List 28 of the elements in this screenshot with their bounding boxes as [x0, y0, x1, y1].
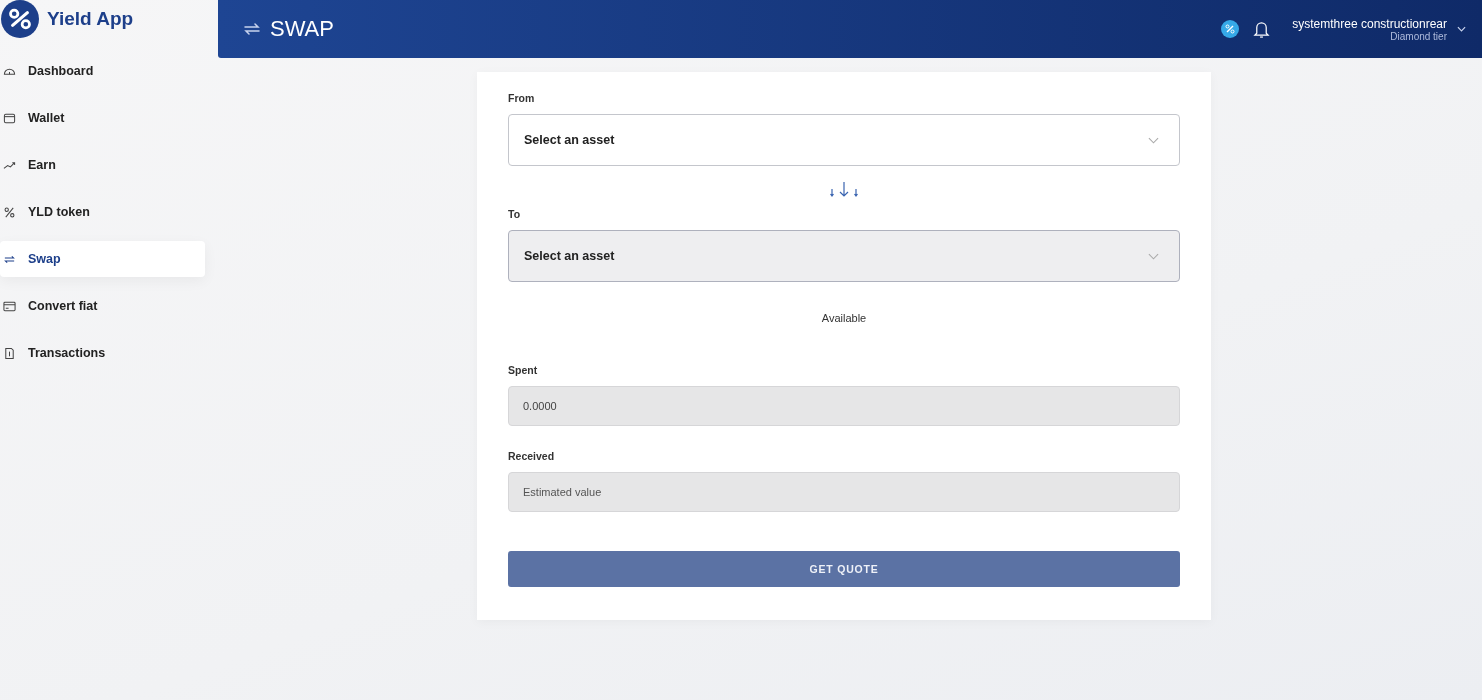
field-label: From: [508, 92, 536, 104]
available-text: Available: [821, 312, 867, 324]
sidebar-item[interactable]: Earn: [0, 147, 205, 183]
down-arrows-icon[interactable]: [828, 180, 860, 198]
sidebar-item[interactable]: Convert fiat: [0, 288, 205, 324]
field-label: To: [508, 208, 522, 220]
field-label: Spent: [508, 364, 539, 376]
chevron-down-icon: [1148, 252, 1159, 260]
asset-select[interactable]: Select an asset: [508, 114, 1180, 166]
chevron-down-icon: [1148, 136, 1159, 144]
caret-icon[interactable]: [1457, 26, 1466, 32]
sidebar-item[interactable]: YLD token: [0, 194, 205, 230]
bell-icon[interactable]: [1253, 19, 1271, 39]
brand-name: Yield App: [47, 8, 134, 30]
sidebar-item[interactable]: Swap: [0, 241, 205, 277]
token-badge-icon[interactable]: [1221, 20, 1240, 38]
percent-icon: [3, 205, 16, 219]
card-icon: [3, 299, 16, 313]
sidebar-item[interactable]: Wallet: [0, 100, 205, 136]
page-title: SWAP: [270, 16, 334, 42]
logo-icon: [1, 0, 39, 38]
sidebar-item[interactable]: Dashboard: [0, 53, 205, 89]
receipt-icon: [3, 346, 16, 360]
user-name[interactable]: systemthree constructionrear: [1292, 16, 1447, 31]
wallet-icon: [3, 111, 16, 125]
sidebar-item[interactable]: Transactions: [0, 335, 205, 371]
tier-label: Diamond tier: [1390, 30, 1447, 42]
field-label: Received: [508, 450, 556, 462]
